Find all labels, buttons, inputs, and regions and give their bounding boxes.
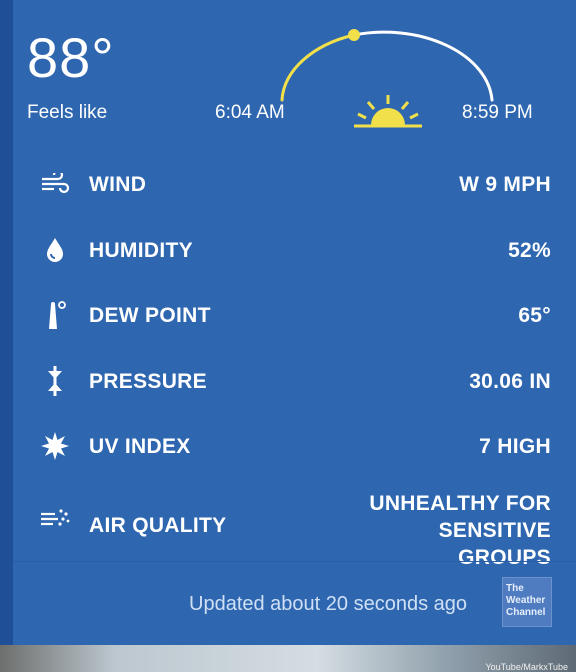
air-quality-value-line2: GROUPS: [458, 546, 551, 569]
detail-value: 52%: [508, 239, 551, 262]
detail-label: PRESSURE: [89, 370, 207, 393]
left-edge-bar: [0, 0, 13, 645]
detail-row-wind: WIND W 9 MPH: [13, 164, 576, 204]
updated-timestamp: Updated about 20 seconds ago: [189, 593, 467, 615]
logo-line-1: The: [506, 583, 524, 594]
detail-value: 7 HIGH: [479, 435, 551, 458]
droplet-icon: [37, 230, 73, 270]
detail-label: DEW POINT: [89, 304, 211, 327]
feels-like-label: Feels like: [27, 102, 108, 123]
detail-row-dew-point: DEW POINT 65°: [13, 295, 576, 335]
sun-position-marker: [348, 29, 360, 41]
logo-line-2: Weather: [506, 595, 546, 606]
detail-label: UV INDEX: [89, 435, 191, 458]
detail-row-pressure: PRESSURE 30.06 IN: [13, 361, 576, 401]
detail-value: 65°: [518, 304, 551, 327]
detail-value: 30.06 IN: [469, 370, 551, 393]
detail-value: UNHEALTHY FOR SENSITIVE GROUPS: [251, 490, 551, 571]
detail-label: WIND: [89, 173, 147, 196]
detail-row-uv-index: UV INDEX 7 HIGH: [13, 426, 576, 466]
sunrise-time: 6:04 AM: [215, 102, 285, 123]
video-watermark: YouTube/MarkxTube: [485, 662, 568, 672]
detail-row-humidity: HUMIDITY 52%: [13, 230, 576, 270]
air-quality-icon: [37, 504, 73, 532]
detail-label: HUMIDITY: [89, 239, 193, 262]
detail-value: W 9 MPH: [459, 173, 551, 196]
sun-horizon-icon: [354, 95, 422, 128]
sunset-time: 8:59 PM: [462, 102, 533, 123]
thermometer-icon: [37, 295, 73, 335]
uv-sun-icon: [37, 426, 73, 466]
pressure-icon: [37, 361, 73, 401]
footer-divider: [13, 561, 576, 562]
weather-channel-logo[interactable]: The Weather Channel: [502, 577, 552, 627]
current-temperature: 88°: [27, 26, 115, 89]
detail-label: AIR QUALITY: [89, 514, 227, 537]
wind-icon: [37, 164, 73, 204]
detail-row-air-quality: AIR QUALITY UNHEALTHY FOR SENSITIVE GROU…: [13, 490, 576, 569]
air-quality-value-line1: UNHEALTHY FOR SENSITIVE: [369, 492, 551, 542]
logo-line-3: Channel: [506, 607, 546, 618]
